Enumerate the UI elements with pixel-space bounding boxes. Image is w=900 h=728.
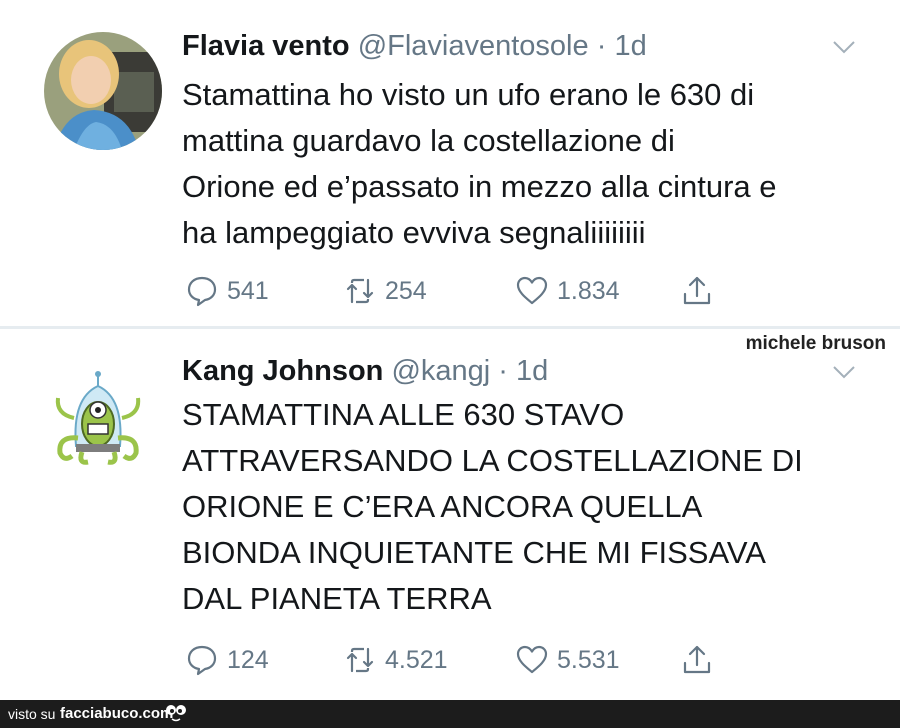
tweet-text-line: STAMATTINA ALLE 630 STAVO [182, 397, 625, 432]
eyes-logo-icon [166, 705, 186, 722]
retweet-count: 4.521 [385, 645, 448, 674]
avatar[interactable] [48, 358, 148, 468]
separator-dot: · [596, 30, 607, 62]
tweet-text-line: mattina guardavo la costellazione di [182, 123, 675, 158]
like-button[interactable]: 1.834 [515, 274, 620, 308]
like-count: 5.531 [557, 645, 620, 674]
tweet-text-line: Orione ed e’passato in mezzo alla cintur… [182, 169, 777, 204]
avatar[interactable] [44, 32, 162, 150]
woman-photo-avatar-icon [44, 32, 162, 150]
reply-count: 124 [227, 645, 269, 674]
footer-visto-su: visto su [8, 706, 56, 722]
retweet-button[interactable]: 254 [343, 274, 427, 308]
tweet-text-line: DAL PIANETA TERRA [182, 581, 492, 616]
user-handle[interactable]: @Flaviaventosole [358, 30, 589, 62]
heart-icon [516, 276, 548, 305]
like-count: 1.834 [557, 276, 620, 305]
share-icon [683, 276, 711, 305]
reply-button[interactable]: 541 [185, 274, 269, 308]
reply-icon [187, 276, 217, 307]
retweet-count: 254 [385, 276, 427, 305]
tweet-text-line: ATTRAVERSANDO LA COSTELLAZIONE DI [182, 443, 803, 478]
like-button[interactable]: 5.531 [515, 643, 620, 677]
tweet-text: Stamattina ho visto un ufo erano le 630 … [182, 72, 872, 256]
footer-site-link[interactable]: facciabuco.com [60, 705, 173, 722]
retweet-button[interactable]: 4.521 [343, 643, 448, 677]
timestamp[interactable]: 1d [614, 30, 646, 62]
user-handle[interactable]: @kangj [391, 355, 490, 387]
heart-icon [516, 645, 548, 674]
tweet-divider [0, 326, 900, 329]
share-icon [683, 645, 711, 674]
tweet-text-line: BIONDA INQUIETANTE CHE MI FISSAVA [182, 535, 766, 570]
alien-kang-avatar-icon [55, 371, 141, 465]
reply-icon [187, 645, 217, 676]
tweet-kang[interactable]: Kang Johnson @kangj · 1d STAMATTINA ALLE… [0, 330, 900, 696]
site-footer: visto su facciabuco.com [0, 700, 900, 728]
tweet-header: Flavia vento @Flaviaventosole · 1d [182, 30, 647, 63]
reply-button[interactable]: 124 [185, 643, 269, 677]
tweet-header: Kang Johnson @kangj · 1d [182, 355, 548, 388]
display-name[interactable]: Flavia vento [182, 30, 350, 62]
tweet-text-line: ORIONE E C’ERA ANCORA QUELLA [182, 489, 703, 524]
share-button[interactable] [680, 643, 722, 677]
tweet-text: STAMATTINA ALLE 630 STAVO ATTRAVERSANDO … [182, 392, 872, 622]
display-name[interactable]: Kang Johnson [182, 355, 383, 387]
reply-count: 541 [227, 276, 269, 305]
tweet-text-line: Stamattina ho visto un ufo erano le 630 … [182, 77, 755, 112]
chevron-down-icon[interactable] [832, 40, 856, 54]
chevron-down-icon[interactable] [832, 365, 856, 379]
tweet-text-line: ha lampeggiato evviva segnaliiiiiiii [182, 215, 646, 250]
retweet-icon [346, 647, 374, 673]
separator-dot: · [498, 355, 508, 387]
timestamp[interactable]: 1d [516, 355, 548, 387]
retweet-icon [346, 278, 374, 304]
share-button[interactable] [680, 274, 722, 308]
tweet-flavia[interactable]: Flavia vento @Flaviaventosole · 1d Stama… [0, 0, 900, 326]
